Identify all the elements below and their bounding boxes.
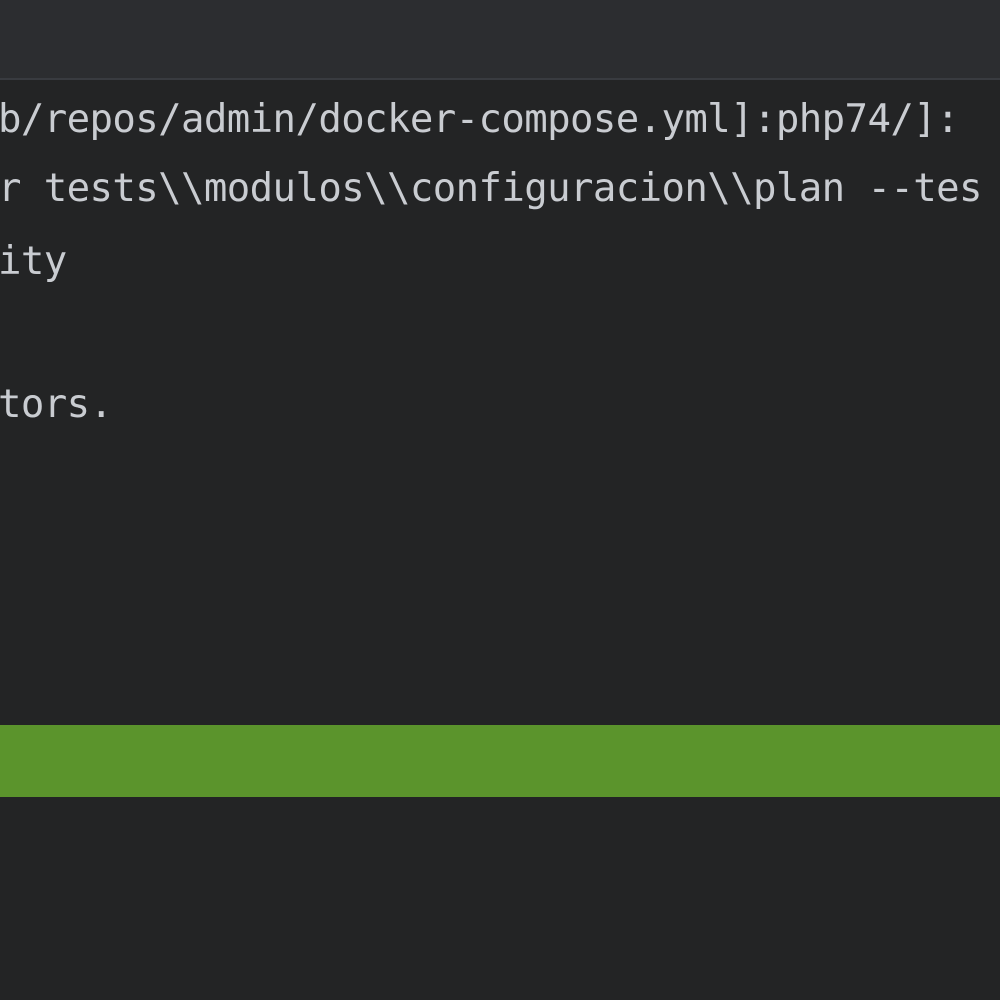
terminal-output[interactable]: b/repos/admin/docker-compose.yml]:php74/… bbox=[0, 80, 1000, 1000]
console-line-command-filter: r tests\\modulos\\configuracion\\plan --… bbox=[0, 166, 982, 211]
test-result-status-bar bbox=[0, 725, 1000, 797]
console-line-command-config: b/repos/admin/docker-compose.yml]:php74/… bbox=[0, 97, 960, 142]
console-line-version-info: ity bbox=[0, 239, 67, 284]
ide-window: b/repos/admin/docker-compose.yml]:php74/… bbox=[0, 0, 1000, 1000]
console-toolbar bbox=[0, 0, 1000, 78]
console-line-contributors: tors. bbox=[0, 382, 113, 427]
